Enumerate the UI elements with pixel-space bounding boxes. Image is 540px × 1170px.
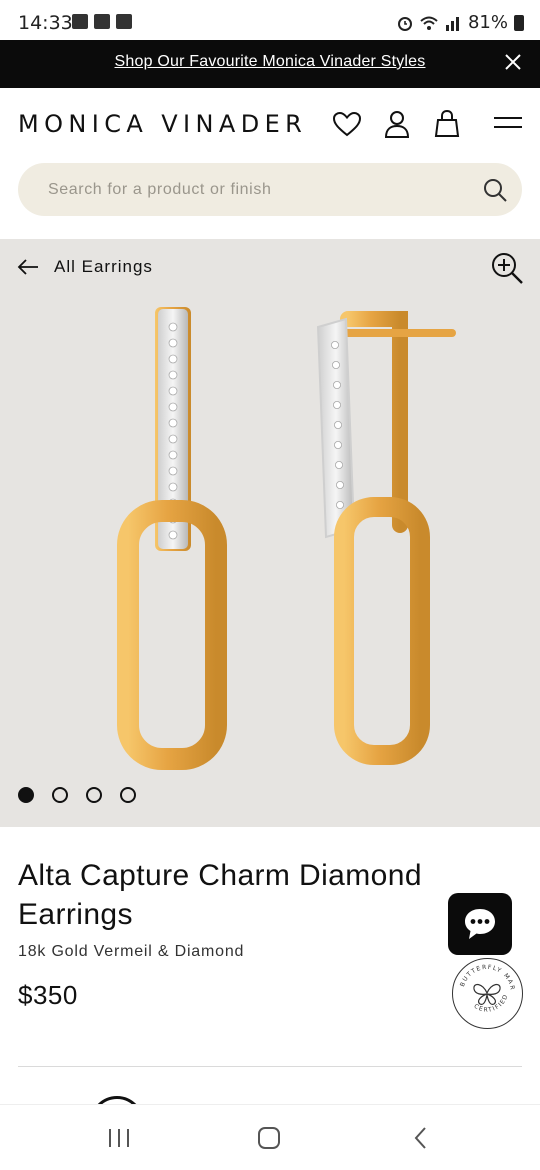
butterfly-mark-badge[interactable]: BUTTERFLY MARK CERTIFIED [450,954,523,1029]
site-header: MONICA VINADER [0,88,540,160]
home-icon[interactable] [254,1123,284,1153]
back-to-all-earrings[interactable]: All Earrings [16,257,153,277]
account-icon[interactable] [381,108,413,140]
section-divider [18,1066,522,1067]
product-price: $350 [18,980,78,1010]
gallery-dot[interactable] [120,787,136,803]
recent-apps-icon[interactable] [104,1123,134,1153]
product-gallery[interactable]: All Earrings [0,239,540,827]
close-icon[interactable] [500,49,526,75]
product-title: Alta Capture Charm Diamond Earrings [18,859,422,931]
menu-icon[interactable] [492,108,524,140]
svg-text:BUTTERFLY MARK: BUTTERFLY MARK [453,959,516,992]
search-bar [18,163,522,216]
status-indicators: 81% [396,12,524,33]
status-bar: 14:33 81% [0,0,540,40]
battery-icon [514,14,524,31]
gallery-dot[interactable] [86,787,102,803]
gallery-dot[interactable] [52,787,68,803]
product-image[interactable] [100,299,470,819]
status-time: 14:33 [18,12,73,34]
chat-icon [465,909,495,939]
gallery-dot[interactable] [18,787,34,803]
gallery-pagination [18,787,136,803]
signal-icon [445,16,459,31]
bag-icon[interactable] [431,108,463,140]
arrow-left-icon [17,259,38,275]
system-nav-bar [0,1104,540,1170]
back-icon[interactable] [406,1123,436,1153]
teams-icon [72,14,88,29]
gallery-icon [116,14,132,29]
promo-link[interactable]: Shop Our Favourite Monica Vinader Styles [0,53,540,71]
zoom-in-icon[interactable] [490,251,524,285]
battery-percent: 81% [467,12,508,33]
alarm-icon [397,16,412,31]
heart-icon[interactable] [331,108,363,140]
back-link-label: All Earrings [54,257,153,276]
wifi-icon [420,16,438,30]
search-icon[interactable] [482,177,508,203]
status-notification-icons [72,14,132,29]
butterfly-icon: BUTTERFLY MARK CERTIFIED [450,954,516,1014]
outlook-icon [94,14,110,29]
brand-logo[interactable]: MONICA VINADER [18,110,307,138]
chat-button[interactable] [448,893,512,955]
product-material: 18k Gold Vermeil & Diamond [18,943,245,960]
promo-banner: Shop Our Favourite Monica Vinader Styles [0,40,540,88]
search-input[interactable] [48,163,468,216]
